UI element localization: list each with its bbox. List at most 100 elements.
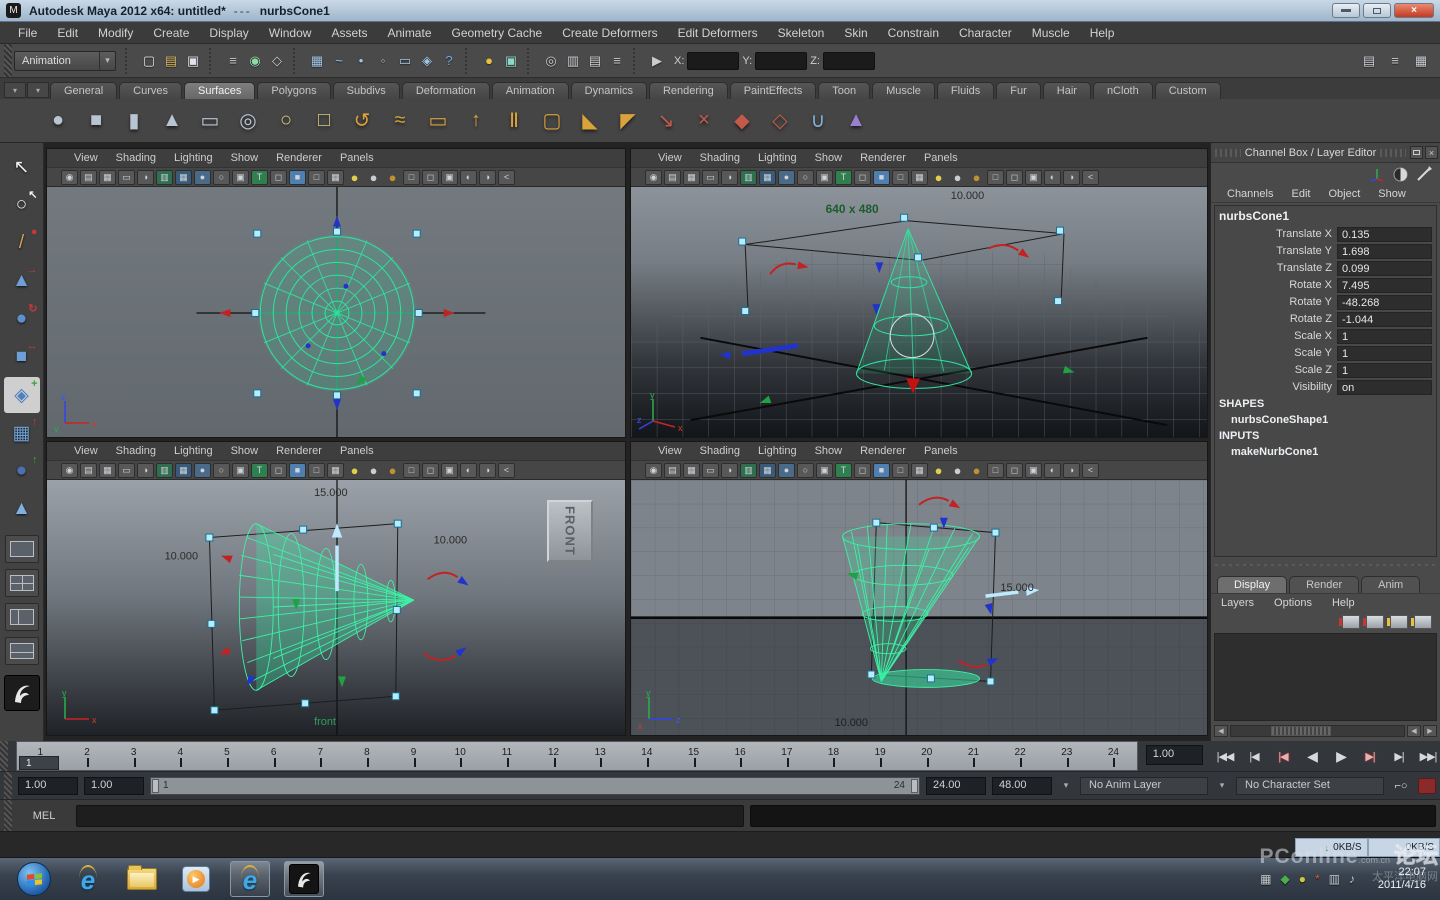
- menu-item[interactable]: Modify: [88, 22, 143, 44]
- timeline-frame[interactable]: 21: [950, 742, 997, 757]
- field-chart-icon[interactable]: ○: [797, 170, 814, 185]
- viewport-menu-item[interactable]: Panels: [331, 445, 383, 457]
- shaded-mode-icon[interactable]: ■: [873, 463, 890, 478]
- channel-box-header[interactable]: Channel Box / Layer Editor ×: [1211, 143, 1440, 163]
- attribute-value-field[interactable]: -48.268: [1337, 295, 1432, 310]
- attribute-label[interactable]: Scale X: [1219, 330, 1337, 342]
- checker-icon[interactable]: ▦: [911, 463, 928, 478]
- exposure-icon[interactable]: ◐: [1044, 170, 1061, 185]
- attribute-value-field[interactable]: 1: [1337, 363, 1432, 378]
- wireframe-mode-icon[interactable]: ◻: [854, 170, 871, 185]
- play-forwards-button[interactable]: ▶: [1329, 746, 1353, 766]
- shelf-tab[interactable]: Animation: [492, 82, 569, 99]
- layout-single-pane-button[interactable]: [5, 535, 39, 563]
- viewport-menu-item[interactable]: View: [649, 445, 691, 457]
- new-scene-icon[interactable]: ▢: [138, 49, 160, 73]
- timeline-frame[interactable]: 2: [64, 742, 111, 757]
- antivirus-tray-icon[interactable]: ◆: [1281, 872, 1290, 886]
- default-lighting-icon[interactable]: ●: [930, 463, 947, 478]
- group-separator[interactable]: [633, 48, 641, 74]
- group-separator[interactable]: [293, 48, 301, 74]
- time-slider-grip[interactable]: [0, 741, 8, 771]
- share-view-icon[interactable]: <: [498, 170, 515, 185]
- attribute-value-field[interactable]: 0.135: [1337, 227, 1432, 242]
- select-hierarchy-icon[interactable]: ≡: [222, 49, 244, 73]
- xray-joints-icon[interactable]: ▣: [1025, 463, 1042, 478]
- xray-icon[interactable]: ◻: [422, 170, 439, 185]
- create-layer-from-selected-icon[interactable]: [1366, 615, 1384, 629]
- mel-label[interactable]: MEL: [18, 810, 70, 822]
- range-start-handle[interactable]: [152, 779, 159, 793]
- status-line-grip[interactable]: [4, 44, 12, 77]
- scroll-right-icon[interactable]: ▶: [1423, 725, 1437, 737]
- shaded-mode-icon[interactable]: ■: [873, 170, 890, 185]
- nurbs-torus-shelf-icon[interactable]: ◎: [230, 103, 266, 139]
- network-monitor-widget[interactable]: ↓ 0KB/S ↑ 0KB/S: [1295, 838, 1440, 857]
- panel-drag-handle[interactable]: [1215, 149, 1241, 157]
- hyperbolic-curve-icon[interactable]: [1416, 166, 1432, 182]
- timeline-frame[interactable]: 7: [297, 742, 344, 757]
- boundary-shelf-icon[interactable]: ▢: [534, 103, 570, 139]
- taskbar-maya-window[interactable]: [284, 861, 324, 897]
- menu-item[interactable]: Character: [949, 22, 1022, 44]
- two-sided-lighting-icon[interactable]: ◑: [137, 463, 154, 478]
- viewport-menu-item[interactable]: Renderer: [851, 445, 915, 457]
- flat-lighting-icon[interactable]: ●: [949, 170, 966, 185]
- paint-select-tool[interactable]: / ●: [4, 225, 40, 261]
- time-slider-track[interactable]: 1 2 3 4 5 6 7: [16, 741, 1138, 771]
- timeline-frame[interactable]: 15: [670, 742, 717, 757]
- menu-item[interactable]: Constrain: [878, 22, 949, 44]
- group-separator[interactable]: [527, 48, 535, 74]
- range-slider-track[interactable]: 1 24: [150, 777, 920, 795]
- layout-outliner-persp-button[interactable]: [5, 603, 39, 631]
- image-plane-icon[interactable]: ▭: [118, 170, 135, 185]
- attribute-value-field[interactable]: 1: [1337, 329, 1432, 344]
- xray-icon[interactable]: ◻: [1006, 463, 1023, 478]
- snap-projected-center-icon[interactable]: ◦: [372, 49, 394, 73]
- exposure-icon[interactable]: ◐: [460, 463, 477, 478]
- current-frame-indicator[interactable]: 1: [19, 756, 59, 770]
- attribute-label[interactable]: Translate Z: [1219, 262, 1337, 274]
- attribute-value-field[interactable]: on: [1337, 380, 1432, 395]
- nurbs-cone-front-wireframe[interactable]: [239, 524, 413, 691]
- taskbar-internet-explorer[interactable]: e: [68, 861, 108, 897]
- checker-icon[interactable]: ▦: [327, 170, 344, 185]
- gate-mask-icon[interactable]: ●: [194, 463, 211, 478]
- taskbar-internet-explorer-window[interactable]: e: [230, 861, 270, 897]
- y-input[interactable]: [755, 52, 807, 70]
- layer-menu-item[interactable]: Help: [1322, 597, 1365, 609]
- timeline-frame[interactable]: 6: [250, 742, 297, 757]
- all-lights-icon[interactable]: ●: [384, 170, 401, 185]
- two-sided-lighting-icon[interactable]: ◑: [721, 463, 738, 478]
- attribute-value-field[interactable]: 1: [1337, 346, 1432, 361]
- channel-box-menu-item[interactable]: Edit: [1283, 188, 1318, 200]
- all-lights-icon[interactable]: ●: [968, 170, 985, 185]
- scrollbar-track[interactable]: [1230, 725, 1405, 737]
- step-back-frame-button[interactable]: |◀: [1242, 746, 1266, 766]
- nurbs-plane-shelf-icon[interactable]: ▭: [192, 103, 228, 139]
- isolate-select-icon[interactable]: □: [987, 170, 1004, 185]
- all-lights-icon[interactable]: ●: [968, 463, 985, 478]
- timeline-frame[interactable]: 3: [110, 742, 157, 757]
- select-tool[interactable]: ↖: [4, 149, 40, 185]
- set-key-icon[interactable]: ⌐○: [1390, 780, 1412, 792]
- menu-item[interactable]: Display: [199, 22, 258, 44]
- resolution-gate-icon[interactable]: ▦: [175, 170, 192, 185]
- layout-persp-graph-button[interactable]: [5, 637, 39, 665]
- wireframe-mode-icon[interactable]: ◻: [270, 170, 287, 185]
- menu-item[interactable]: Skeleton: [768, 22, 835, 44]
- attribute-label[interactable]: Visibility: [1219, 381, 1337, 393]
- select-object-icon[interactable]: ◉: [244, 49, 266, 73]
- menu-item[interactable]: Help: [1080, 22, 1125, 44]
- ipr-render-icon[interactable]: ▤: [584, 49, 606, 73]
- menu-item[interactable]: Animate: [377, 22, 441, 44]
- shelf-tab[interactable]: Subdivs: [333, 82, 400, 99]
- safe-action-icon[interactable]: ▣: [816, 463, 833, 478]
- safe-action-icon[interactable]: ▣: [232, 170, 249, 185]
- shaded-mode-icon[interactable]: ■: [289, 463, 306, 478]
- animation-end-field[interactable]: 48.00: [992, 777, 1052, 795]
- restore-button[interactable]: [1363, 3, 1391, 18]
- shelf-tab[interactable]: Fur: [996, 82, 1041, 99]
- nurbs-square-shelf-icon[interactable]: □: [306, 103, 342, 139]
- xray-joints-icon[interactable]: ▣: [441, 170, 458, 185]
